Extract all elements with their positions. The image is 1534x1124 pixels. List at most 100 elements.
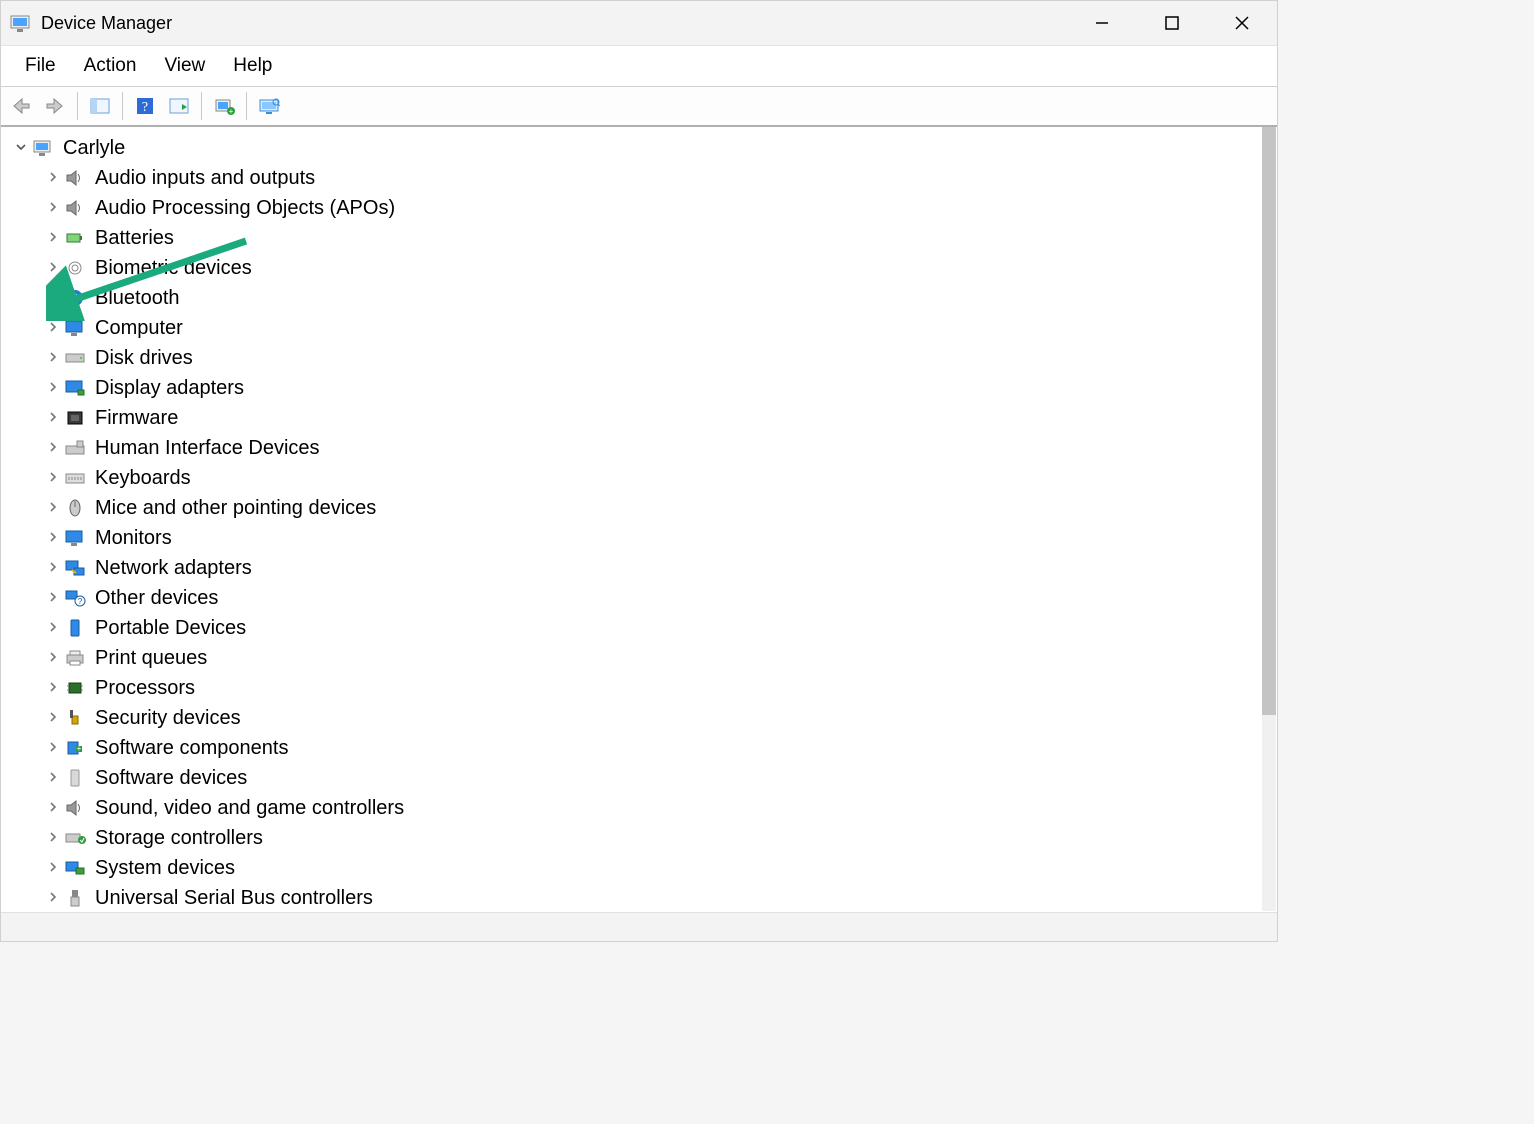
menu-file[interactable]: File bbox=[11, 51, 70, 81]
tree-item-label: Portable Devices bbox=[95, 613, 246, 643]
other-icon: ? bbox=[63, 587, 87, 609]
tree-item[interactable]: +Software components bbox=[3, 733, 1261, 763]
chevron-right-icon[interactable] bbox=[43, 253, 63, 283]
tree-item-label: Display adapters bbox=[95, 373, 244, 403]
menu-view[interactable]: View bbox=[150, 51, 219, 81]
storage-icon bbox=[63, 827, 87, 849]
svg-text:?: ? bbox=[142, 100, 148, 115]
chevron-right-icon[interactable] bbox=[43, 793, 63, 823]
tree-item[interactable]: Sound, video and game controllers bbox=[3, 793, 1261, 823]
mouse-icon bbox=[63, 497, 87, 519]
svg-text:+: + bbox=[77, 744, 82, 753]
chevron-right-icon[interactable] bbox=[43, 223, 63, 253]
tree-item[interactable]: Human Interface Devices bbox=[3, 433, 1261, 463]
help-button[interactable]: ? bbox=[129, 92, 161, 120]
tree-item[interactable]: Firmware bbox=[3, 403, 1261, 433]
svg-text:+: + bbox=[229, 107, 234, 116]
tree-item[interactable]: Portable Devices bbox=[3, 613, 1261, 643]
tree-item[interactable]: Universal Serial Bus controllers bbox=[3, 883, 1261, 911]
vertical-scrollbar[interactable] bbox=[1262, 127, 1276, 911]
tree-item[interactable]: Audio Processing Objects (APOs) bbox=[3, 193, 1261, 223]
tree-item[interactable]: Computer bbox=[3, 313, 1261, 343]
forward-button[interactable] bbox=[39, 92, 71, 120]
tree-item-label: Human Interface Devices bbox=[95, 433, 320, 463]
system-icon bbox=[63, 857, 87, 879]
chevron-right-icon[interactable] bbox=[43, 343, 63, 373]
chevron-right-icon[interactable] bbox=[43, 583, 63, 613]
chevron-right-icon[interactable] bbox=[43, 883, 63, 911]
scan-hardware-button[interactable]: + bbox=[208, 92, 240, 120]
chevron-right-icon[interactable] bbox=[43, 373, 63, 403]
tree-item[interactable]: Keyboards bbox=[3, 463, 1261, 493]
tree-item[interactable]: Software devices bbox=[3, 763, 1261, 793]
chevron-right-icon[interactable] bbox=[43, 193, 63, 223]
keyboard-icon bbox=[63, 467, 87, 489]
chevron-down-icon[interactable] bbox=[11, 133, 31, 163]
tree-item-label: Print queues bbox=[95, 643, 207, 673]
toolbar-separator bbox=[246, 92, 247, 120]
tree-item[interactable]: Biometric devices bbox=[3, 253, 1261, 283]
back-button[interactable] bbox=[5, 92, 37, 120]
chevron-right-icon[interactable] bbox=[43, 403, 63, 433]
chevron-right-icon[interactable] bbox=[43, 763, 63, 793]
window-controls bbox=[1067, 1, 1277, 45]
network-icon bbox=[63, 557, 87, 579]
close-button[interactable] bbox=[1207, 1, 1277, 45]
devices-and-printers-button[interactable] bbox=[253, 92, 285, 120]
chevron-right-icon[interactable] bbox=[43, 853, 63, 883]
menu-action[interactable]: Action bbox=[70, 51, 151, 81]
tree-item-label: Other devices bbox=[95, 583, 218, 613]
tree-item[interactable]: Audio inputs and outputs bbox=[3, 163, 1261, 193]
tree-item[interactable]: Bluetooth bbox=[3, 283, 1261, 313]
chevron-right-icon[interactable] bbox=[43, 493, 63, 523]
printer-icon bbox=[63, 647, 87, 669]
toolbar-separator bbox=[201, 92, 202, 120]
speaker-icon bbox=[63, 197, 87, 219]
tree-item-label: Sound, video and game controllers bbox=[95, 793, 404, 823]
tree-item[interactable]: Batteries bbox=[3, 223, 1261, 253]
tree-item[interactable]: Display adapters bbox=[3, 373, 1261, 403]
tree-item-label: Computer bbox=[95, 313, 183, 343]
menu-help[interactable]: Help bbox=[219, 51, 286, 81]
scrollbar-thumb[interactable] bbox=[1262, 127, 1276, 715]
display-icon bbox=[63, 377, 87, 399]
tree-item[interactable]: Storage controllers bbox=[3, 823, 1261, 853]
chevron-right-icon[interactable] bbox=[43, 433, 63, 463]
tree-item[interactable]: Processors bbox=[3, 673, 1261, 703]
tree-item[interactable]: Network adapters bbox=[3, 553, 1261, 583]
chevron-right-icon[interactable] bbox=[43, 283, 63, 313]
tree-root[interactable]: Carlyle bbox=[3, 133, 1261, 163]
chevron-right-icon[interactable] bbox=[43, 553, 63, 583]
usb-icon bbox=[63, 887, 87, 909]
tree-item-label: Mice and other pointing devices bbox=[95, 493, 376, 523]
tree-item-label: System devices bbox=[95, 853, 235, 883]
minimize-button[interactable] bbox=[1067, 1, 1137, 45]
maximize-button[interactable] bbox=[1137, 1, 1207, 45]
tree-item[interactable]: Monitors bbox=[3, 523, 1261, 553]
show-hide-console-tree-button[interactable] bbox=[84, 92, 116, 120]
chevron-right-icon[interactable] bbox=[43, 163, 63, 193]
chevron-right-icon[interactable] bbox=[43, 523, 63, 553]
chevron-right-icon[interactable] bbox=[43, 313, 63, 343]
tree-item[interactable]: Mice and other pointing devices bbox=[3, 493, 1261, 523]
softcomp-icon: + bbox=[63, 737, 87, 759]
tree-item[interactable]: ? Other devices bbox=[3, 583, 1261, 613]
softdev-icon bbox=[63, 767, 87, 789]
tree-item[interactable]: Security devices bbox=[3, 703, 1261, 733]
chevron-right-icon[interactable] bbox=[43, 613, 63, 643]
chevron-right-icon[interactable] bbox=[43, 703, 63, 733]
tree-item-label: Bluetooth bbox=[95, 283, 180, 313]
tree-item[interactable]: Print queues bbox=[3, 643, 1261, 673]
tree-item[interactable]: Disk drives bbox=[3, 343, 1261, 373]
chevron-right-icon[interactable] bbox=[43, 823, 63, 853]
disk-icon bbox=[63, 347, 87, 369]
speaker-icon bbox=[63, 797, 87, 819]
tree-item-label: Firmware bbox=[95, 403, 178, 433]
chevron-right-icon[interactable] bbox=[43, 643, 63, 673]
bluetooth-icon bbox=[63, 287, 87, 309]
action-panel-button[interactable] bbox=[163, 92, 195, 120]
chevron-right-icon[interactable] bbox=[43, 733, 63, 763]
chevron-right-icon[interactable] bbox=[43, 673, 63, 703]
chevron-right-icon[interactable] bbox=[43, 463, 63, 493]
tree-item[interactable]: System devices bbox=[3, 853, 1261, 883]
